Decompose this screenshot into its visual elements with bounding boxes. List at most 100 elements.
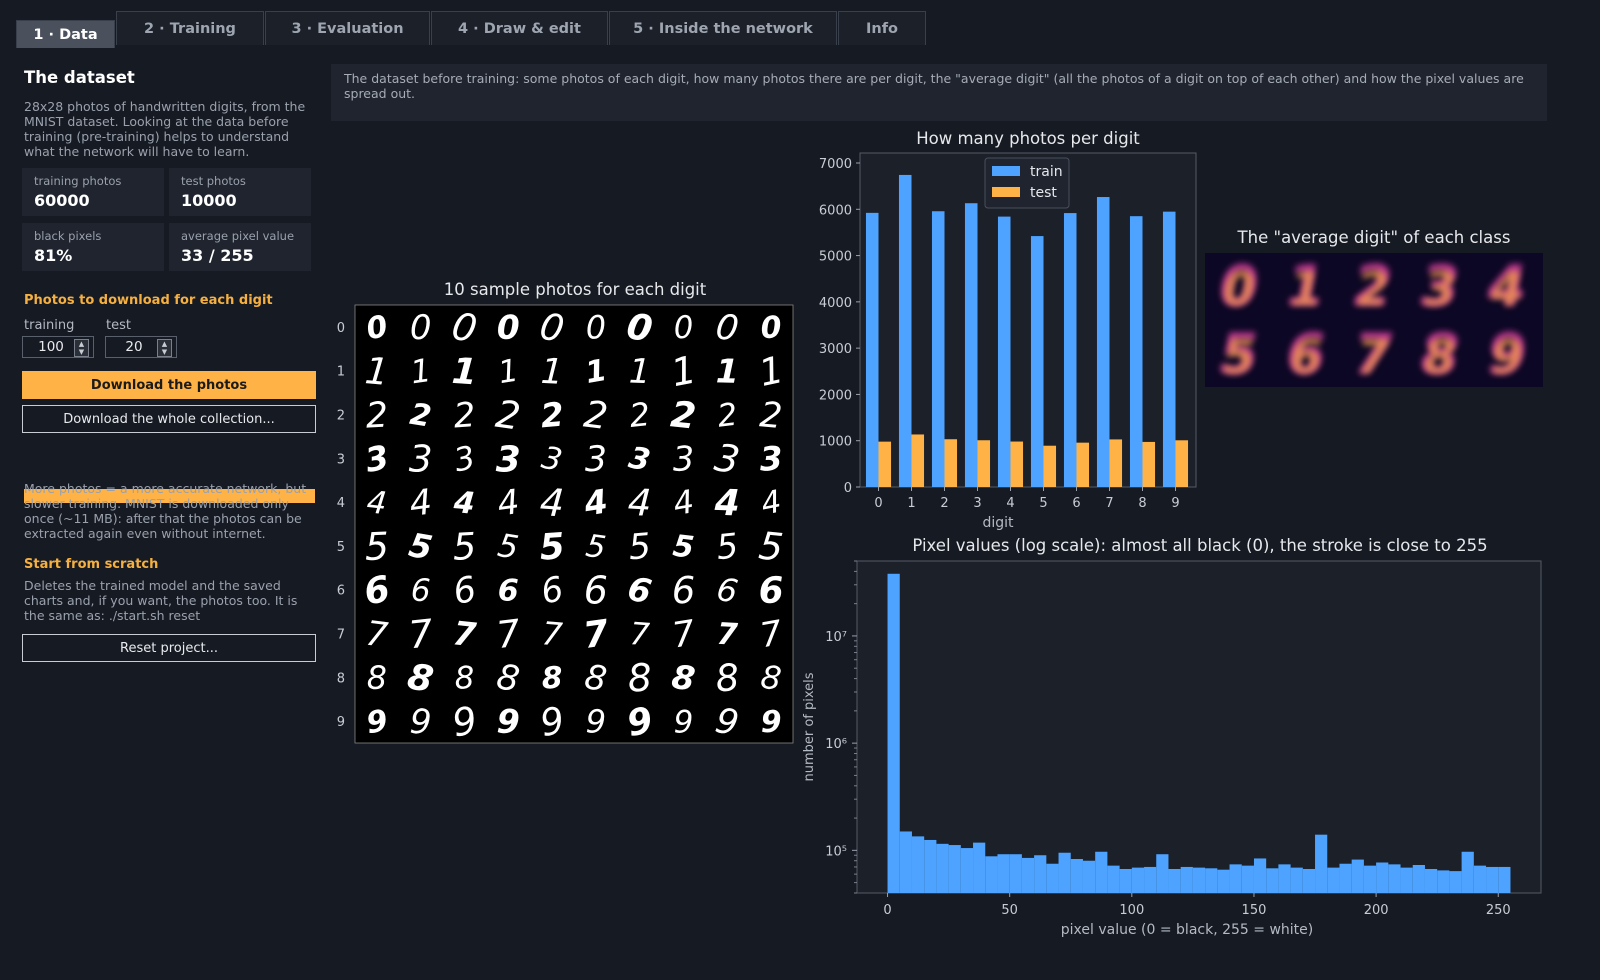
x-axis-label: digit — [982, 515, 1014, 531]
sample-digit: 1 — [450, 351, 478, 394]
download-collection-button[interactable]: Download the whole collection... — [22, 405, 316, 433]
average-digit: 44 — [1487, 254, 1527, 319]
histogram-bar — [1034, 855, 1047, 893]
histogram-bar — [1315, 834, 1328, 893]
histogram-bar — [1388, 864, 1401, 893]
stat-value: 33 / 255 — [181, 246, 254, 265]
x-tick-label: 6 — [1072, 496, 1080, 511]
sample-digit: 0 — [410, 308, 432, 348]
x-tick-label: 250 — [1486, 903, 1511, 918]
histogram-bar — [1058, 852, 1071, 893]
tab-data[interactable]: 1 · Data — [16, 20, 115, 48]
spin-up-icon[interactable]: ▲ — [75, 340, 88, 348]
x-axis-label: pixel value (0 = black, 255 = white) — [1061, 922, 1313, 938]
bar-train — [931, 211, 945, 487]
x-tick-label: 2 — [940, 496, 948, 511]
training-count-label: training — [24, 318, 75, 333]
tab-draw-edit[interactable]: 4 · Draw & edit — [431, 11, 608, 45]
y-tick-label: 4000 — [819, 296, 852, 311]
histogram-bar — [924, 839, 937, 893]
sample-digit: 4 — [365, 484, 388, 522]
more-photos-note: More photos = a more accurate network, b… — [24, 481, 307, 541]
test-count-label: test — [106, 318, 131, 333]
download-photos-button[interactable]: Download the photos — [22, 371, 316, 399]
spin-up-icon[interactable]: ▲ — [158, 340, 171, 348]
average-digit: 66 — [1287, 322, 1326, 387]
samples-title: 10 sample photos for each digit — [443, 280, 707, 299]
sample-digit: 1 — [628, 352, 651, 393]
average-digit: 77 — [1354, 322, 1393, 387]
x-tick-label: 7 — [1105, 496, 1113, 511]
sidebar: The dataset 28x28 photos of handwritten … — [16, 48, 326, 980]
row-label: 0 — [337, 321, 345, 336]
stat-value: 10000 — [181, 191, 237, 210]
sample-digit: 7 — [451, 613, 478, 654]
bar-test — [878, 441, 892, 487]
pixel-value-histogram: 10⁵ 10⁶ 10⁷ 0 50 100 150 200 250 pixel value (0 =… — [802, 560, 1542, 938]
histogram-bar — [1327, 867, 1340, 893]
bar-test — [911, 434, 925, 487]
x-tick-label: 0 — [883, 903, 891, 918]
training-count-spinbox[interactable]: 100 ▲ ▼ — [22, 336, 94, 358]
sample-photos-grid: 0 0 0 0 0 0 0 0 0 0 01 1 1 1 1 1 1 1 1 1 12 2 2 2 2 2 2 2 2 2 23 3 3 3 3 3 3… — [337, 304, 794, 746]
average-digit: 11 — [1287, 254, 1326, 319]
tab-inside-network[interactable]: 5 · Inside the network — [609, 11, 837, 45]
sample-digit: 3 — [584, 440, 607, 480]
sample-digit: 7 — [540, 614, 564, 654]
y-axis-label: number of pixels — [802, 672, 817, 781]
sample-digit: 5 — [627, 527, 653, 569]
y-tick-label: 10⁶ — [825, 737, 847, 752]
spin-down-icon[interactable]: ▼ — [158, 348, 171, 356]
tab-training[interactable]: 2 · Training — [116, 11, 264, 45]
spin-arrows[interactable]: ▲ ▼ — [74, 339, 89, 357]
histogram-bar — [1424, 868, 1438, 893]
sample-digit: 6 — [671, 569, 695, 612]
histogram-bar — [1339, 863, 1352, 893]
average-digit-images: 00 11 22 33 44 55 66 77 88 99 — [1205, 253, 1543, 387]
y-tick-label: 6000 — [819, 203, 852, 218]
average-digit-core: 1 — [1290, 262, 1322, 316]
row-label: 4 — [337, 496, 345, 511]
sample-digit: 9 — [674, 704, 694, 740]
sample-digit: 3 — [672, 439, 695, 480]
histogram-bar — [1253, 858, 1267, 893]
histogram-bar — [1449, 871, 1462, 893]
sample-digit: 9 — [760, 705, 781, 740]
sample-digit: 3 — [496, 439, 521, 480]
bar-test — [977, 440, 991, 487]
legend-label: test — [1030, 185, 1057, 201]
tab-info[interactable]: Info — [838, 11, 926, 45]
sample-digit: 2 — [758, 395, 784, 437]
row-label: 5 — [337, 540, 345, 555]
histogram-bar — [985, 856, 998, 893]
x-tick-label: 100 — [1119, 903, 1144, 918]
bar-test — [1010, 441, 1024, 487]
histogram-bar — [1168, 868, 1181, 893]
tab-evaluation[interactable]: 3 · Evaluation — [265, 11, 430, 45]
histogram-bar — [1266, 868, 1279, 893]
histogram-bar — [1082, 860, 1096, 893]
x-tick-label: 5 — [1039, 496, 1047, 511]
spin-down-icon[interactable]: ▼ — [75, 348, 88, 356]
histogram-bar — [997, 854, 1010, 893]
x-tick-label: 1 — [907, 496, 915, 511]
bar-train — [964, 203, 978, 487]
bar-train — [997, 216, 1011, 487]
sample-digit: 0 — [760, 310, 783, 346]
legend-swatch — [992, 166, 1020, 176]
average-digit-core: 5 — [1223, 330, 1255, 384]
sample-digit: 5 — [538, 526, 566, 569]
test-count-spinbox[interactable]: 20 ▲ ▼ — [105, 336, 177, 358]
histogram-bar — [936, 843, 949, 893]
sample-digit: 2 — [669, 394, 698, 437]
stat-label: test photos — [181, 174, 246, 188]
average-digit-core: 9 — [1491, 330, 1523, 384]
reset-project-button[interactable]: Reset project... — [22, 634, 316, 662]
bar-train — [865, 212, 879, 487]
y-tick-label: 10⁵ — [825, 844, 847, 859]
spin-arrows[interactable]: ▲ ▼ — [157, 339, 172, 357]
average-digit: 33 — [1421, 254, 1460, 319]
sample-digit: 2 — [628, 395, 652, 435]
histogram-bar — [899, 831, 912, 893]
histogram-bar — [1412, 864, 1425, 893]
